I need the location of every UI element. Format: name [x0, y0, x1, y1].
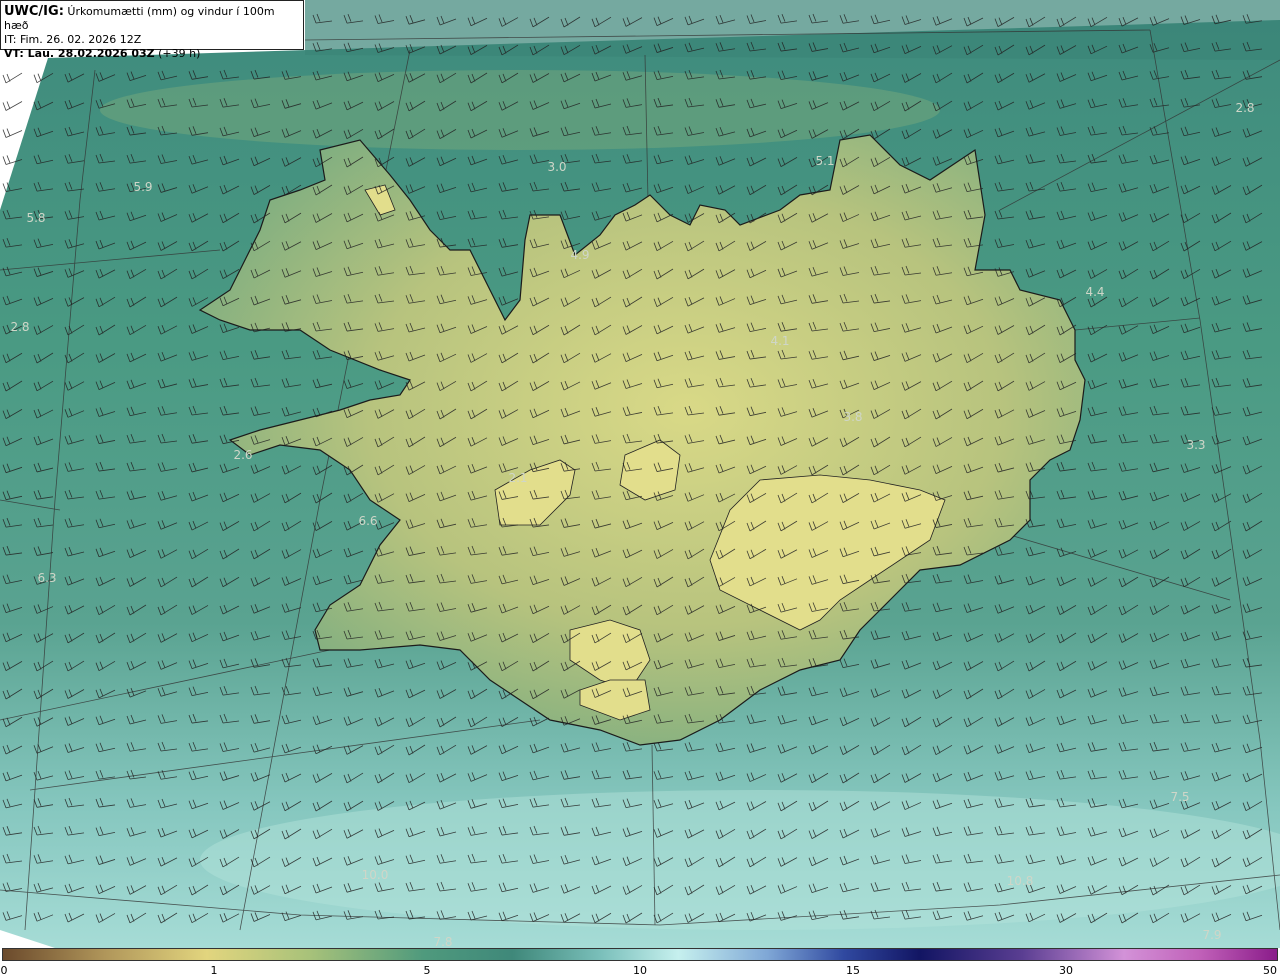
- precip-value-label: 7.9: [1202, 928, 1221, 942]
- colorbar: 0 1 5 10 15 30 50: [0, 948, 1280, 978]
- init-time: IT: Fim. 26. 02. 2026 12Z: [4, 33, 142, 46]
- colorbar-gradient: [2, 948, 1278, 961]
- precip-value-label: 3.3: [1186, 438, 1205, 452]
- precip-value-label: 4.4: [1085, 285, 1104, 299]
- valid-time: VT: Lau. 28.02.2026 03Z: [4, 47, 155, 60]
- precip-value-label: 5.1: [815, 154, 834, 168]
- title-line: UWC/IG: Úrkomumætti (mm) og vindur í 100…: [4, 5, 300, 33]
- precip-value-label: 7.5: [1170, 790, 1189, 804]
- forecast-offset: (+39 h): [158, 47, 201, 60]
- precip-value-label: 10.0: [362, 868, 389, 882]
- precip-value-label: 4.1: [770, 334, 789, 348]
- precip-value-label: 6.3: [37, 571, 56, 585]
- precipitation-wind-map: 5.1 3.0 5.9 5.8 4.9 2.8 4.4 2.8 4.1 3.8 3.3 2.6 2.1 6…: [0, 0, 1280, 948]
- colorbar-tick: 10: [633, 964, 647, 977]
- precip-value-label: 3.8: [843, 410, 862, 424]
- colorbar-tick: 1: [210, 964, 218, 977]
- precip-value-label: 2.1: [508, 471, 527, 485]
- precip-value-label: 2.8: [1235, 101, 1254, 115]
- model-label: UWC/IG:: [4, 4, 64, 19]
- precip-value-label: 2.8: [10, 320, 29, 334]
- precip-value-label: 3.0: [547, 160, 566, 174]
- title-box: UWC/IG: Úrkomumætti (mm) og vindur í 100…: [0, 0, 304, 60]
- colorbar-tick: 0: [0, 964, 8, 977]
- precip-value-label: 4.9: [570, 248, 589, 262]
- precip-value-label: 2.6: [233, 448, 252, 462]
- precip-value-label: 5.9: [133, 180, 152, 194]
- colorbar-tick: 15: [846, 964, 860, 977]
- colorbar-tick: 30: [1059, 964, 1073, 977]
- precip-value-label: 5.8: [26, 211, 45, 225]
- north-sea-band: [100, 70, 940, 150]
- precip-value-label: 7.8: [433, 935, 452, 948]
- valid-time-line: VT: Lau. 28.02.2026 03Z (+39 h): [4, 47, 300, 61]
- precip-value-label: 6.6: [358, 514, 377, 528]
- precip-value-label: 10.8: [1007, 874, 1034, 888]
- colorbar-tick: 5: [423, 964, 431, 977]
- colorbar-tick: 50: [1263, 964, 1277, 977]
- light-sea-band: [200, 790, 1280, 930]
